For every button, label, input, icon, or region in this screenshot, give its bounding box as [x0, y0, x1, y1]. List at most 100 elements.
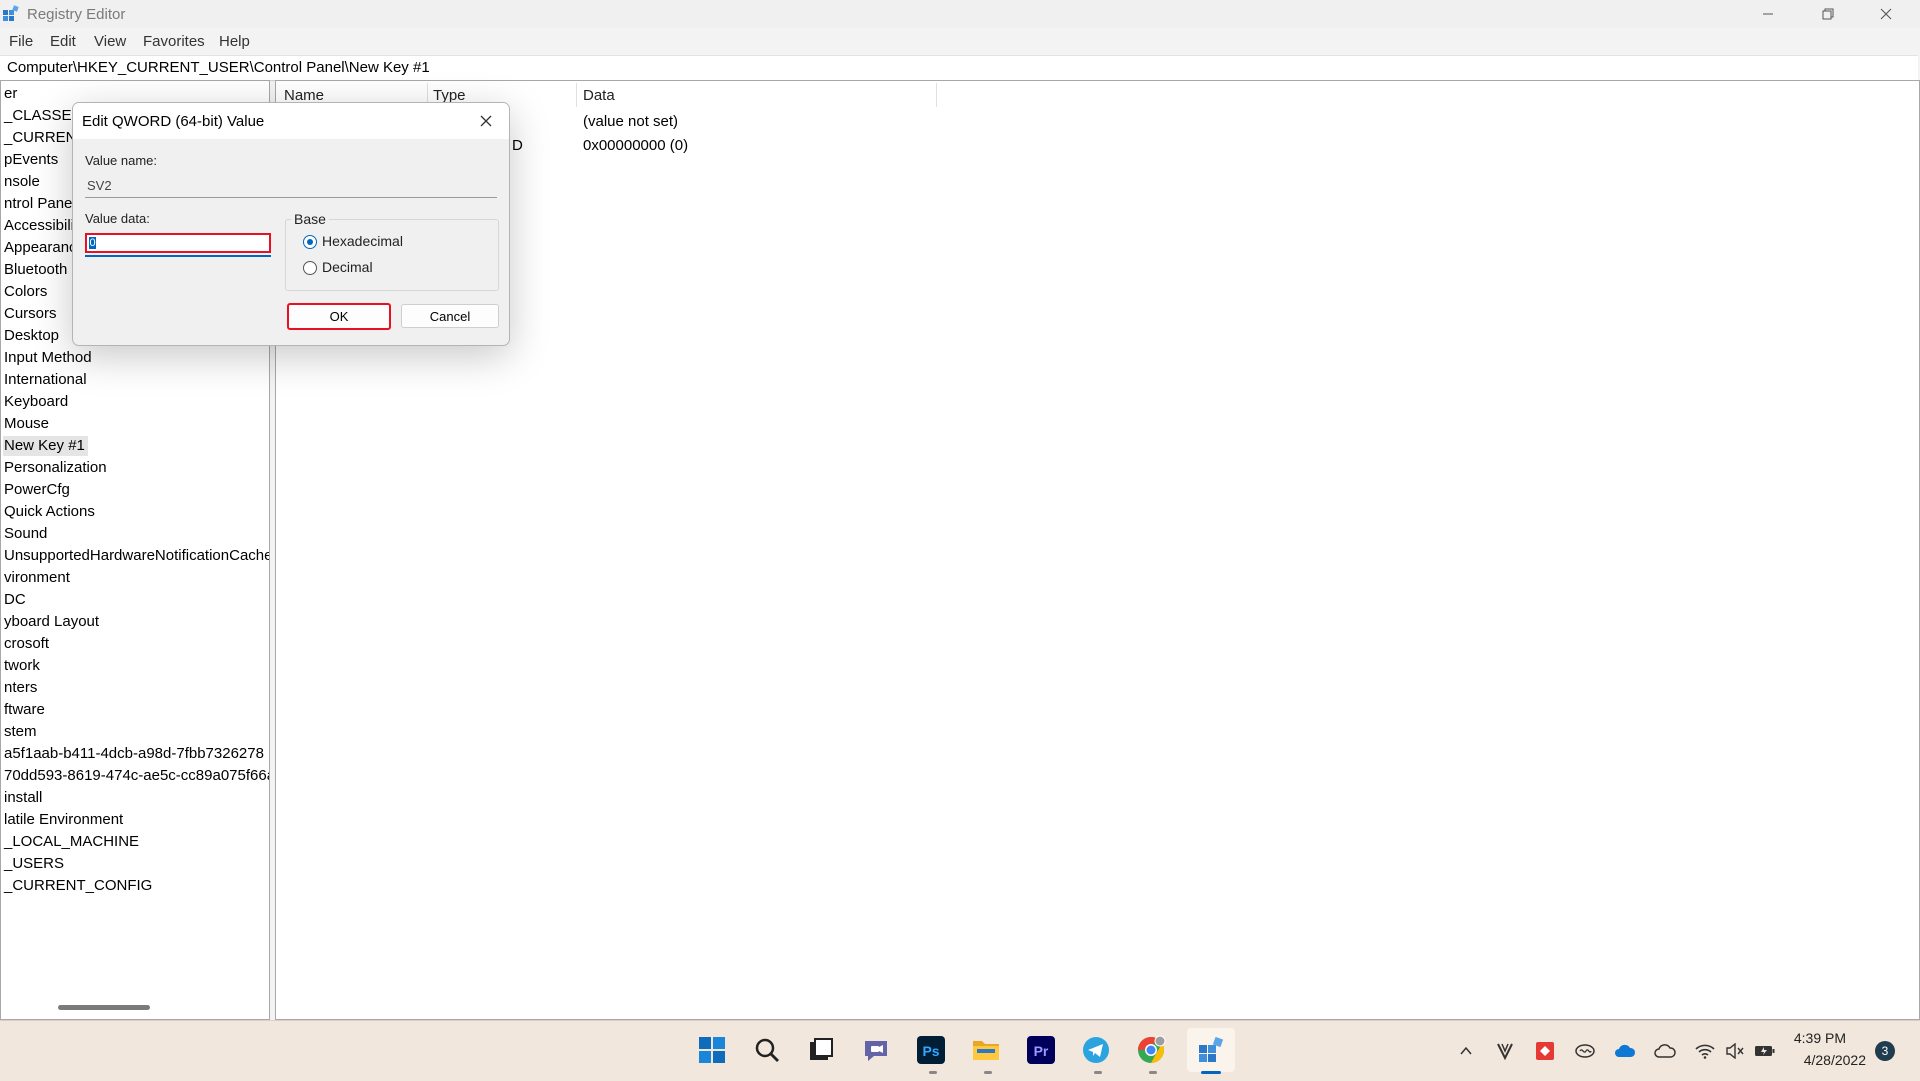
column-header-data[interactable]: Data	[583, 87, 615, 104]
restore-button[interactable]	[1800, 0, 1856, 28]
tree-horizontal-scrollbar[interactable]	[58, 1005, 150, 1010]
photoshop-icon: Ps	[917, 1036, 945, 1064]
dialog-close-button[interactable]	[473, 109, 499, 133]
svg-text:Ps: Ps	[922, 1043, 939, 1059]
address-bar[interactable]: Computer\HKEY_CURRENT_USER\Control Panel…	[0, 55, 1918, 81]
tree-item[interactable]: UnsupportedHardwareNotificationCache	[4, 546, 269, 566]
tree-item[interactable]: install	[4, 788, 42, 808]
task-view-button[interactable]	[805, 1034, 837, 1066]
tree-item[interactable]: Personalization	[4, 458, 107, 478]
row-type-cell[interactable]: D	[512, 137, 523, 154]
premiere-button[interactable]: Pr	[1025, 1034, 1057, 1066]
onedrive-tray-icon[interactable]	[1614, 1040, 1636, 1062]
photoshop-button[interactable]: Ps	[915, 1034, 947, 1066]
values-list[interactable]: Name Type Data (value not set) D 0x00000…	[275, 80, 1920, 1020]
close-icon	[480, 115, 492, 127]
anydesk-tray-icon[interactable]	[1534, 1040, 1556, 1062]
menu-help[interactable]: Help	[219, 33, 250, 50]
registry-editor-taskbar-button[interactable]	[1187, 1028, 1235, 1072]
hexadecimal-label[interactable]: Hexadecimal	[322, 233, 403, 249]
tree-item[interactable]: Quick Actions	[4, 502, 95, 522]
row-data-cell[interactable]: (value not set)	[583, 113, 678, 130]
tree-item[interactable]: 70dd593-8619-474c-ae5c-cc89a075f66a	[4, 766, 269, 786]
hexadecimal-radio[interactable]	[303, 235, 317, 249]
active-indicator	[1201, 1071, 1221, 1074]
ok-button[interactable]: OK	[287, 303, 391, 330]
column-separator[interactable]	[936, 83, 937, 107]
menu-file[interactable]: File	[9, 33, 33, 50]
tree-item[interactable]: ftware	[4, 700, 45, 720]
column-separator[interactable]	[576, 83, 577, 107]
chrome-button[interactable]	[1135, 1034, 1167, 1066]
tree-item[interactable]: vironment	[4, 568, 70, 588]
window-title: Registry Editor	[27, 6, 126, 23]
tree-item[interactable]: Keyboard	[4, 392, 68, 412]
telegram-button[interactable]	[1080, 1034, 1112, 1066]
minimize-button[interactable]	[1740, 0, 1796, 28]
premiere-icon: Pr	[1027, 1036, 1055, 1064]
volume-muted-icon	[1726, 1043, 1744, 1059]
telegram-icon	[1083, 1037, 1109, 1063]
tree-item[interactable]: nsole	[4, 172, 40, 192]
value-data-input[interactable]: 0	[85, 233, 271, 253]
file-explorer-button[interactable]	[970, 1034, 1002, 1066]
tree-item[interactable]: latile Environment	[4, 810, 123, 830]
clock-time[interactable]: 4:39 PM	[1794, 1030, 1846, 1046]
tree-item[interactable]: twork	[4, 656, 40, 676]
menu-view[interactable]: View	[94, 33, 126, 50]
row-data-cell[interactable]: 0x00000000 (0)	[583, 137, 688, 154]
tree-item[interactable]: a5f1aab-b411-4dcb-a98d-7fbb7326278	[4, 744, 264, 764]
tree-item[interactable]: Input Method	[4, 348, 92, 368]
chevron-up-icon	[1460, 1046, 1472, 1055]
teams-chat-icon	[865, 1041, 887, 1061]
tree-item[interactable]: Sound	[4, 524, 47, 544]
clock-date[interactable]: 4/28/2022	[1804, 1052, 1866, 1068]
onedrive-personal-tray-icon[interactable]	[1654, 1040, 1676, 1062]
tree-item[interactable]: pEvents	[4, 150, 58, 170]
tree-item[interactable]: DC	[4, 590, 26, 610]
tree-item[interactable]: Accessibili	[4, 216, 74, 236]
tree-item[interactable]: stem	[4, 722, 37, 742]
cloud-outline-icon	[1654, 1044, 1676, 1058]
tree-item[interactable]: Mouse	[4, 414, 49, 434]
cancel-button[interactable]: Cancel	[401, 304, 499, 328]
running-indicator	[1149, 1071, 1157, 1074]
start-button[interactable]	[696, 1034, 728, 1066]
menu-favorites[interactable]: Favorites	[143, 33, 205, 50]
tree-item[interactable]: _CURRENT_CONFIG	[4, 876, 152, 896]
tree-item[interactable]: PowerCfg	[4, 480, 70, 500]
tree-item[interactable]: er	[4, 84, 17, 104]
decimal-label[interactable]: Decimal	[322, 259, 373, 275]
close-button[interactable]	[1858, 0, 1914, 28]
tree-item[interactable]: Bluetooth	[4, 260, 67, 280]
tree-item[interactable]: ntrol Panel	[4, 194, 76, 214]
menu-edit[interactable]: Edit	[50, 33, 76, 50]
tree-item[interactable]: nters	[4, 678, 37, 698]
tree-item-selected[interactable]: New Key #1	[3, 436, 88, 456]
search-icon	[755, 1038, 779, 1062]
tree-item[interactable]: Colors	[4, 282, 47, 302]
tree-item[interactable]: Appearanc	[4, 238, 77, 258]
tree-item[interactable]: crosoft	[4, 634, 49, 654]
creative-cloud-tray-icon[interactable]	[1574, 1040, 1596, 1062]
value-name-text: SV2	[87, 178, 112, 193]
decimal-radio[interactable]	[303, 261, 317, 275]
tree-item[interactable]: Cursors	[4, 304, 57, 324]
tree-item[interactable]: International	[4, 370, 87, 390]
tree-item[interactable]: yboard Layout	[4, 612, 99, 632]
wifi-tray-icon[interactable]	[1694, 1040, 1716, 1062]
chat-button[interactable]	[860, 1034, 892, 1066]
notification-badge[interactable]: 3	[1875, 1041, 1895, 1061]
tree-item[interactable]: _USERS	[4, 854, 64, 874]
restore-icon	[1822, 8, 1834, 20]
windows-logo-icon	[699, 1037, 725, 1063]
tree-item[interactable]: Desktop	[4, 326, 59, 346]
menu-bar: File Edit View Favorites Help	[0, 28, 1920, 54]
tree-item[interactable]: _LOCAL_MACHINE	[4, 832, 139, 852]
infinity-cloud-icon	[1575, 1044, 1595, 1058]
show-hidden-icons-button[interactable]	[1455, 1040, 1477, 1062]
volume-tray-icon[interactable]	[1724, 1040, 1746, 1062]
battery-tray-icon[interactable]	[1754, 1040, 1776, 1062]
vivaldi-tray-icon[interactable]	[1494, 1040, 1516, 1062]
search-button[interactable]	[751, 1034, 783, 1066]
